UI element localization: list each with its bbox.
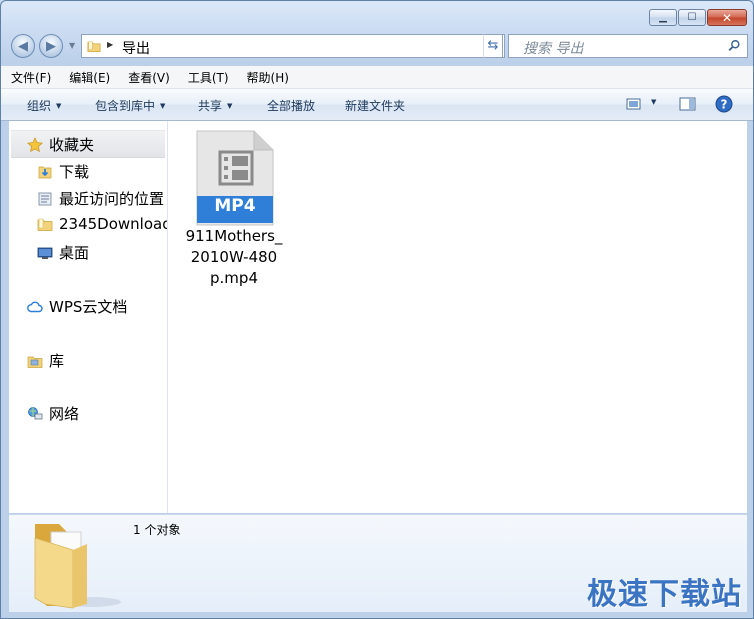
menu-edit[interactable]: 编辑(E) (59, 69, 118, 86)
recent-pages-dropdown-icon[interactable]: ▼ (69, 41, 75, 50)
new-folder-button[interactable]: 新建文件夹 (345, 97, 405, 114)
nav-desktop-label: 桌面 (59, 244, 90, 262)
chevron-down-icon: ▼ (160, 102, 166, 110)
share-button[interactable]: 共享 ▼ (198, 97, 232, 114)
explorer-window: ▁ ☐ ✕ ◀ ▶ ▼ ▶ 导出 ▼ ⇆ 搜索 导出 (0, 0, 754, 619)
nav-downloads-label: 下载 (59, 163, 90, 181)
nav-libraries-label: 库 (49, 352, 65, 370)
search-placeholder: 搜索 导出 (523, 41, 584, 57)
folder-icon (37, 218, 53, 231)
play-all-button[interactable]: 全部播放 (267, 97, 315, 114)
organize-label: 组织 (27, 99, 52, 113)
caption-buttons: ▁ ☐ ✕ (648, 9, 747, 26)
view-options-icon[interactable] (626, 96, 642, 112)
menu-file[interactable]: 文件(F) (1, 69, 59, 86)
nav-network[interactable]: 网络 (27, 403, 79, 424)
share-label: 共享 (198, 99, 223, 113)
navigation-row: ◀ ▶ ▼ ▶ 导出 ▼ ⇆ 搜索 导出 (9, 33, 749, 61)
preview-pane-icon[interactable] (679, 96, 696, 112)
watermark-text: 极速下载站 (587, 577, 742, 612)
nav-desktop[interactable]: 桌面 (37, 242, 89, 263)
navigation-pane: 收藏夹 下载 最近访问的位置 2345Downloads 桌面 WPS云文档 库… (9, 121, 168, 513)
maximize-button[interactable]: ☐ (678, 9, 706, 26)
address-bar[interactable]: ▶ 导出 ▼ (81, 34, 505, 58)
organize-button[interactable]: 组织 ▼ (27, 97, 61, 114)
network-icon (28, 406, 43, 419)
help-icon[interactable]: ? (715, 95, 733, 113)
menu-help[interactable]: 帮助(H) (237, 69, 297, 86)
breadcrumb-current[interactable]: 导出 (122, 38, 150, 58)
downloads-folder-icon (38, 166, 52, 178)
include-in-library-label: 包含到库中 (95, 99, 156, 113)
window-bottom-border (1, 612, 753, 618)
menu-view[interactable]: 查看(V) (118, 69, 178, 86)
nav-wps-cloud[interactable]: WPS云文档 (27, 296, 127, 317)
folder-icon (87, 41, 101, 53)
nav-recent[interactable]: 最近访问的位置 (37, 188, 164, 209)
close-button[interactable]: ✕ (707, 9, 747, 26)
forward-button[interactable]: ▶ (39, 34, 63, 58)
folder-large-icon (34, 524, 121, 609)
nav-2345downloads[interactable]: 2345Downloads (37, 215, 168, 233)
back-arrow-icon: ◀ (18, 38, 28, 54)
nav-downloads[interactable]: 下载 (37, 161, 89, 182)
refresh-button[interactable]: ⇆ (483, 34, 503, 58)
file-list[interactable]: MP4 911Mothers_2010W-480p.mp4 (168, 121, 747, 513)
file-type-badge: MP4 (214, 196, 256, 216)
cloud-icon (27, 301, 43, 312)
command-bar: 组织 ▼ 包含到库中 ▼ 共享 ▼ 全部播放 新建文件夹 ▼ ? (1, 89, 753, 121)
forward-arrow-icon: ▶ (46, 38, 56, 54)
nav-network-label: 网络 (49, 405, 80, 423)
nav-favorites-label: 收藏夹 (49, 136, 95, 154)
nav-wps-cloud-label: WPS云文档 (49, 298, 128, 316)
item-count: 1 个对象 (133, 523, 181, 537)
library-icon (27, 356, 43, 368)
minimize-button[interactable]: ▁ (649, 9, 677, 26)
nav-2345downloads-label: 2345Downloads (59, 215, 168, 233)
nav-recent-label: 最近访问的位置 (59, 190, 165, 208)
desktop-icon (37, 247, 53, 259)
refresh-icon: ⇆ (487, 38, 499, 53)
svg-text:?: ? (721, 98, 728, 112)
star-icon (27, 136, 43, 152)
chevron-down-icon: ▼ (227, 102, 233, 110)
nav-favorites[interactable]: 收藏夹 (27, 134, 94, 155)
view-options-dropdown-icon[interactable]: ▼ (651, 98, 656, 106)
details-pane: 1 个对象 极速下载站 (9, 514, 747, 613)
nav-libraries[interactable]: 库 (27, 350, 64, 371)
search-input[interactable]: 搜索 导出 (508, 34, 748, 58)
file-name[interactable]: 911Mothers_2010W-480p.mp4 (184, 226, 284, 289)
menu-bar: 文件(F) 编辑(E) 查看(V) 工具(T) 帮助(H) (1, 66, 753, 89)
back-button[interactable]: ◀ (11, 34, 35, 58)
menu-tools[interactable]: 工具(T) (178, 69, 237, 86)
chevron-down-icon: ▼ (56, 102, 62, 110)
search-icon[interactable] (727, 39, 741, 53)
breadcrumb-separator-icon[interactable]: ▶ (107, 40, 113, 49)
recent-places-icon (38, 192, 52, 205)
include-in-library-button[interactable]: 包含到库中 ▼ (95, 97, 165, 114)
